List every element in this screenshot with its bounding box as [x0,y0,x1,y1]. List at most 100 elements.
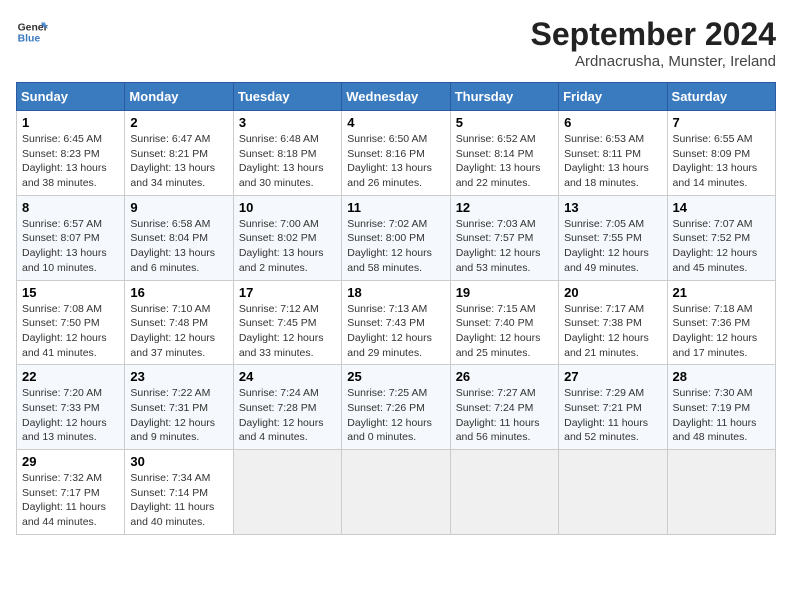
day-number: 17 [239,285,336,300]
day-info: Sunrise: 7:02 AM Sunset: 8:00 PM Dayligh… [347,218,432,274]
day-number: 9 [130,200,227,215]
table-row: 11 Sunrise: 7:02 AM Sunset: 8:00 PM Dayl… [342,195,450,280]
day-info: Sunrise: 7:13 AM Sunset: 7:43 PM Dayligh… [347,303,432,359]
location-title: Ardnacrusha, Munster, Ireland [531,53,776,70]
day-info: Sunrise: 7:17 AM Sunset: 7:38 PM Dayligh… [564,303,649,359]
day-info: Sunrise: 7:22 AM Sunset: 7:31 PM Dayligh… [130,387,215,443]
table-row: 2 Sunrise: 6:47 AM Sunset: 8:21 PM Dayli… [125,111,233,196]
table-row: 6 Sunrise: 6:53 AM Sunset: 8:11 PM Dayli… [559,111,667,196]
day-number: 30 [130,454,227,469]
month-title: September 2024 [531,16,776,53]
day-info: Sunrise: 7:00 AM Sunset: 8:02 PM Dayligh… [239,218,324,274]
day-number: 15 [22,285,119,300]
day-info: Sunrise: 7:34 AM Sunset: 7:14 PM Dayligh… [130,472,214,528]
table-row: 21 Sunrise: 7:18 AM Sunset: 7:36 PM Dayl… [667,280,775,365]
svg-text:Blue: Blue [18,34,41,45]
table-row [667,450,775,535]
header-sunday: Sunday [17,83,125,111]
day-number: 14 [673,200,770,215]
day-info: Sunrise: 7:10 AM Sunset: 7:48 PM Dayligh… [130,303,215,359]
table-row: 7 Sunrise: 6:55 AM Sunset: 8:09 PM Dayli… [667,111,775,196]
header-wednesday: Wednesday [342,83,450,111]
header-tuesday: Tuesday [233,83,341,111]
day-number: 8 [22,200,119,215]
day-number: 24 [239,369,336,384]
day-number: 22 [22,369,119,384]
day-info: Sunrise: 7:15 AM Sunset: 7:40 PM Dayligh… [456,303,541,359]
day-number: 28 [673,369,770,384]
table-row: 19 Sunrise: 7:15 AM Sunset: 7:40 PM Dayl… [450,280,558,365]
day-number: 21 [673,285,770,300]
day-number: 20 [564,285,661,300]
day-number: 4 [347,115,444,130]
day-info: Sunrise: 6:58 AM Sunset: 8:04 PM Dayligh… [130,218,215,274]
day-info: Sunrise: 7:29 AM Sunset: 7:21 PM Dayligh… [564,387,648,443]
day-number: 13 [564,200,661,215]
table-row: 10 Sunrise: 7:00 AM Sunset: 8:02 PM Dayl… [233,195,341,280]
table-row: 27 Sunrise: 7:29 AM Sunset: 7:21 PM Dayl… [559,365,667,450]
table-row [450,450,558,535]
table-row: 14 Sunrise: 7:07 AM Sunset: 7:52 PM Dayl… [667,195,775,280]
day-info: Sunrise: 6:48 AM Sunset: 8:18 PM Dayligh… [239,133,324,189]
day-info: Sunrise: 6:45 AM Sunset: 8:23 PM Dayligh… [22,133,107,189]
day-info: Sunrise: 7:07 AM Sunset: 7:52 PM Dayligh… [673,218,758,274]
table-row: 17 Sunrise: 7:12 AM Sunset: 7:45 PM Dayl… [233,280,341,365]
day-number: 18 [347,285,444,300]
day-info: Sunrise: 6:53 AM Sunset: 8:11 PM Dayligh… [564,133,649,189]
day-number: 11 [347,200,444,215]
day-info: Sunrise: 6:55 AM Sunset: 8:09 PM Dayligh… [673,133,758,189]
day-number: 3 [239,115,336,130]
day-info: Sunrise: 6:52 AM Sunset: 8:14 PM Dayligh… [456,133,541,189]
table-row: 4 Sunrise: 6:50 AM Sunset: 8:16 PM Dayli… [342,111,450,196]
day-number: 27 [564,369,661,384]
day-info: Sunrise: 7:08 AM Sunset: 7:50 PM Dayligh… [22,303,107,359]
day-number: 5 [456,115,553,130]
day-number: 25 [347,369,444,384]
calendar-week-3: 15 Sunrise: 7:08 AM Sunset: 7:50 PM Dayl… [17,280,776,365]
table-row: 30 Sunrise: 7:34 AM Sunset: 7:14 PM Dayl… [125,450,233,535]
table-row: 5 Sunrise: 6:52 AM Sunset: 8:14 PM Dayli… [450,111,558,196]
table-row [559,450,667,535]
day-number: 10 [239,200,336,215]
day-number: 19 [456,285,553,300]
day-info: Sunrise: 7:24 AM Sunset: 7:28 PM Dayligh… [239,387,324,443]
logo: General Blue General Blue [16,16,48,48]
table-row: 13 Sunrise: 7:05 AM Sunset: 7:55 PM Dayl… [559,195,667,280]
day-number: 26 [456,369,553,384]
table-row: 9 Sunrise: 6:58 AM Sunset: 8:04 PM Dayli… [125,195,233,280]
day-info: Sunrise: 6:57 AM Sunset: 8:07 PM Dayligh… [22,218,107,274]
day-number: 2 [130,115,227,130]
day-info: Sunrise: 7:03 AM Sunset: 7:57 PM Dayligh… [456,218,541,274]
table-row: 12 Sunrise: 7:03 AM Sunset: 7:57 PM Dayl… [450,195,558,280]
day-info: Sunrise: 6:47 AM Sunset: 8:21 PM Dayligh… [130,133,215,189]
header-friday: Friday [559,83,667,111]
header-saturday: Saturday [667,83,775,111]
table-row: 28 Sunrise: 7:30 AM Sunset: 7:19 PM Dayl… [667,365,775,450]
header-thursday: Thursday [450,83,558,111]
table-row: 25 Sunrise: 7:25 AM Sunset: 7:26 PM Dayl… [342,365,450,450]
table-row: 16 Sunrise: 7:10 AM Sunset: 7:48 PM Dayl… [125,280,233,365]
day-info: Sunrise: 6:50 AM Sunset: 8:16 PM Dayligh… [347,133,432,189]
calendar-week-2: 8 Sunrise: 6:57 AM Sunset: 8:07 PM Dayli… [17,195,776,280]
calendar-week-5: 29 Sunrise: 7:32 AM Sunset: 7:17 PM Dayl… [17,450,776,535]
day-number: 23 [130,369,227,384]
table-row: 22 Sunrise: 7:20 AM Sunset: 7:33 PM Dayl… [17,365,125,450]
table-row: 24 Sunrise: 7:24 AM Sunset: 7:28 PM Dayl… [233,365,341,450]
calendar-week-1: 1 Sunrise: 6:45 AM Sunset: 8:23 PM Dayli… [17,111,776,196]
table-row: 29 Sunrise: 7:32 AM Sunset: 7:17 PM Dayl… [17,450,125,535]
table-row: 26 Sunrise: 7:27 AM Sunset: 7:24 PM Dayl… [450,365,558,450]
day-info: Sunrise: 7:27 AM Sunset: 7:24 PM Dayligh… [456,387,540,443]
table-row: 20 Sunrise: 7:17 AM Sunset: 7:38 PM Dayl… [559,280,667,365]
calendar-table: Sunday Monday Tuesday Wednesday Thursday… [16,82,776,535]
day-number: 7 [673,115,770,130]
table-row: 18 Sunrise: 7:13 AM Sunset: 7:43 PM Dayl… [342,280,450,365]
table-row: 15 Sunrise: 7:08 AM Sunset: 7:50 PM Dayl… [17,280,125,365]
day-info: Sunrise: 7:30 AM Sunset: 7:19 PM Dayligh… [673,387,757,443]
day-number: 29 [22,454,119,469]
logo-icon: General Blue [16,16,48,48]
page-header: General Blue General Blue September 2024… [16,16,776,70]
table-row: 8 Sunrise: 6:57 AM Sunset: 8:07 PM Dayli… [17,195,125,280]
table-row [342,450,450,535]
table-row: 23 Sunrise: 7:22 AM Sunset: 7:31 PM Dayl… [125,365,233,450]
title-area: September 2024 Ardnacrusha, Munster, Ire… [531,16,776,70]
